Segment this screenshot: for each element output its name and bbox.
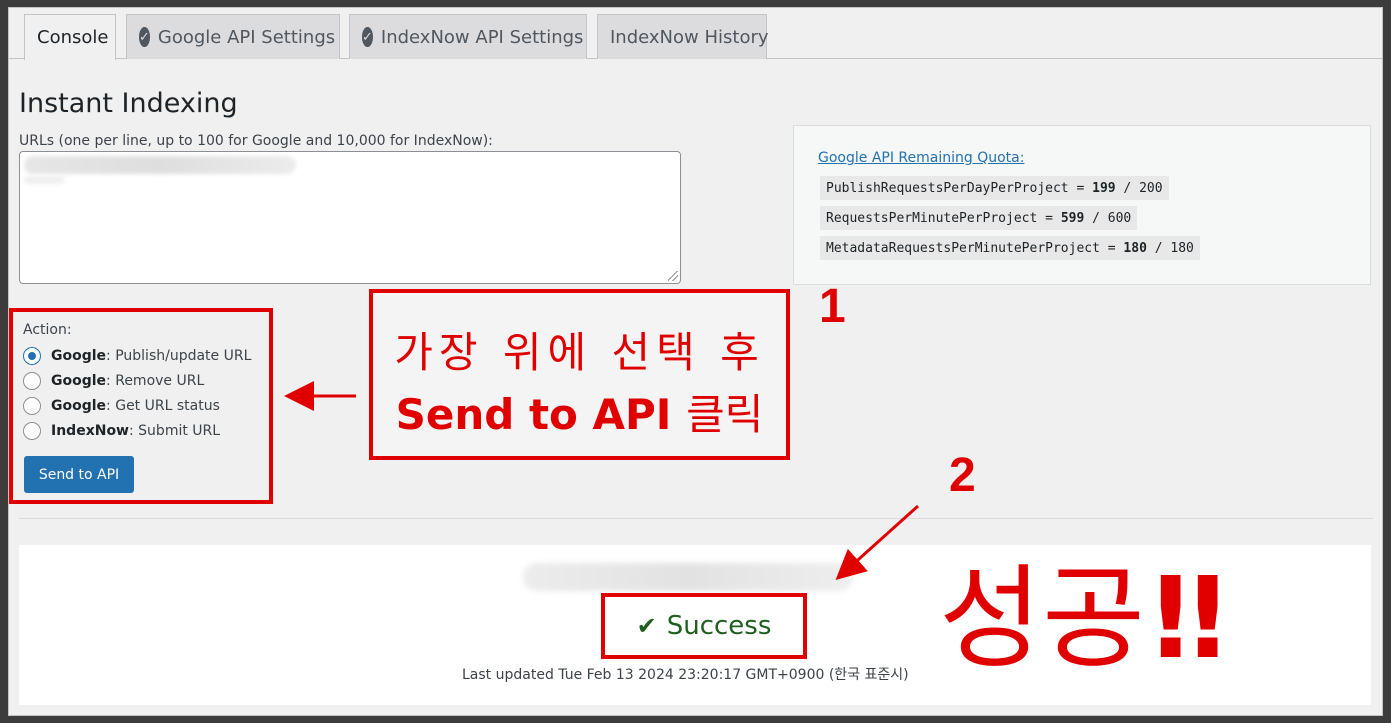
callout-ko: 클릭	[686, 390, 764, 439]
page-title: Instant Indexing	[19, 88, 238, 119]
quota-name: MetadataRequestsPerMinutePerProject	[826, 240, 1100, 256]
radio-button[interactable]	[23, 397, 41, 415]
step-number-1: 1	[819, 280, 846, 333]
tab-google-api-settings[interactable]: ✓ Google API Settings	[126, 14, 340, 59]
quota-title-link[interactable]: Google API Remaining Quota:	[818, 150, 1024, 166]
quota-remaining: 180	[1123, 240, 1147, 256]
radio-text: : Get URL status	[106, 398, 220, 414]
step-number-2: 2	[949, 449, 976, 502]
big-success-text: 성공!!	[939, 563, 1233, 675]
tab-indexnow-history[interactable]: IndexNow History	[597, 14, 769, 59]
result-panel: ✔ Success Last updated Tue Feb 13 2024 2…	[19, 545, 1371, 705]
quota-remaining: 599	[1060, 210, 1085, 226]
resize-handle[interactable]	[668, 271, 678, 281]
radio-google-publish[interactable]: Google: Publish/update URL	[23, 345, 251, 367]
radio-service: Google	[51, 348, 107, 364]
check-circle-icon: ✓	[139, 27, 150, 47]
blurred-url	[523, 563, 853, 591]
radio-service: Google	[51, 373, 107, 389]
radio-text: : Remove URL	[106, 373, 205, 389]
instruction-callout: 가장 위에 선택 후 Send to API 클릭	[369, 289, 790, 460]
success-label: Success	[666, 611, 772, 641]
tab-console[interactable]: Console	[24, 14, 116, 60]
action-label: Action:	[23, 322, 72, 338]
big-bang: !!	[1145, 554, 1233, 684]
send-to-api-button[interactable]: Send to API	[24, 456, 134, 493]
divider	[19, 518, 1373, 519]
urls-label: URLs (one per line, up to 100 for Google…	[19, 133, 493, 149]
big-text: 성공	[939, 554, 1146, 684]
quota-row: PublishRequestsPerDayPerProject = 199 / …	[820, 176, 1169, 200]
action-highlight-box: Action: Google: Publish/update URL Googl…	[9, 308, 273, 504]
radio-google-status[interactable]: Google: Get URL status	[23, 395, 220, 417]
quota-name: RequestsPerMinutePerProject	[826, 210, 1038, 226]
callout-line1: 가장 위에 선택 후	[394, 328, 765, 377]
check-circle-icon: ✓	[362, 27, 373, 47]
radio-button[interactable]	[23, 347, 41, 365]
radio-google-remove[interactable]: Google: Remove URL	[23, 370, 204, 392]
tab-label: IndexNow History	[610, 26, 769, 48]
tab-label: Google API Settings	[157, 26, 336, 48]
tab-indexnow-api-settings[interactable]: ✓ IndexNow API Settings	[349, 14, 587, 59]
plugin-page: Console ✓ Google API Settings ✓ IndexNow…	[8, 7, 1383, 716]
callout-line2: Send to API 클릭	[373, 381, 786, 442]
success-highlight-box: ✔ Success	[601, 593, 807, 659]
quota-panel: Google API Remaining Quota: PublishReque…	[793, 125, 1371, 285]
quota-name: PublishRequestsPerDayPerProject	[826, 180, 1069, 196]
radio-service: IndexNow	[51, 423, 129, 439]
callout-en: Send to API	[395, 390, 672, 439]
quota-limit: 180	[1170, 240, 1194, 256]
quota-remaining: 199	[1092, 180, 1116, 196]
blurred-url	[24, 156, 296, 174]
radio-button[interactable]	[23, 372, 41, 390]
quota-row: RequestsPerMinutePerProject = 599 / 600	[820, 206, 1138, 230]
tab-bar: Console ✓ Google API Settings ✓ IndexNow…	[9, 8, 1382, 60]
quota-row: MetadataRequestsPerMinutePerProject = 18…	[820, 236, 1200, 260]
last-updated: Last updated Tue Feb 13 2024 23:20:17 GM…	[462, 667, 909, 683]
tab-label: IndexNow API Settings	[380, 26, 584, 48]
radio-text: : Submit URL	[129, 423, 221, 439]
radio-text: : Publish/update URL	[106, 348, 252, 364]
radio-button[interactable]	[23, 422, 41, 440]
radio-service: Google	[51, 398, 107, 414]
quota-limit: 200	[1139, 180, 1163, 196]
tab-label: Console	[37, 27, 109, 48]
urls-textarea[interactable]	[19, 151, 681, 284]
quota-limit: 600	[1107, 210, 1132, 226]
radio-indexnow-submit[interactable]: IndexNow: Submit URL	[23, 420, 220, 442]
blurred-url	[24, 176, 64, 184]
checkmark-icon: ✔	[636, 612, 657, 640]
